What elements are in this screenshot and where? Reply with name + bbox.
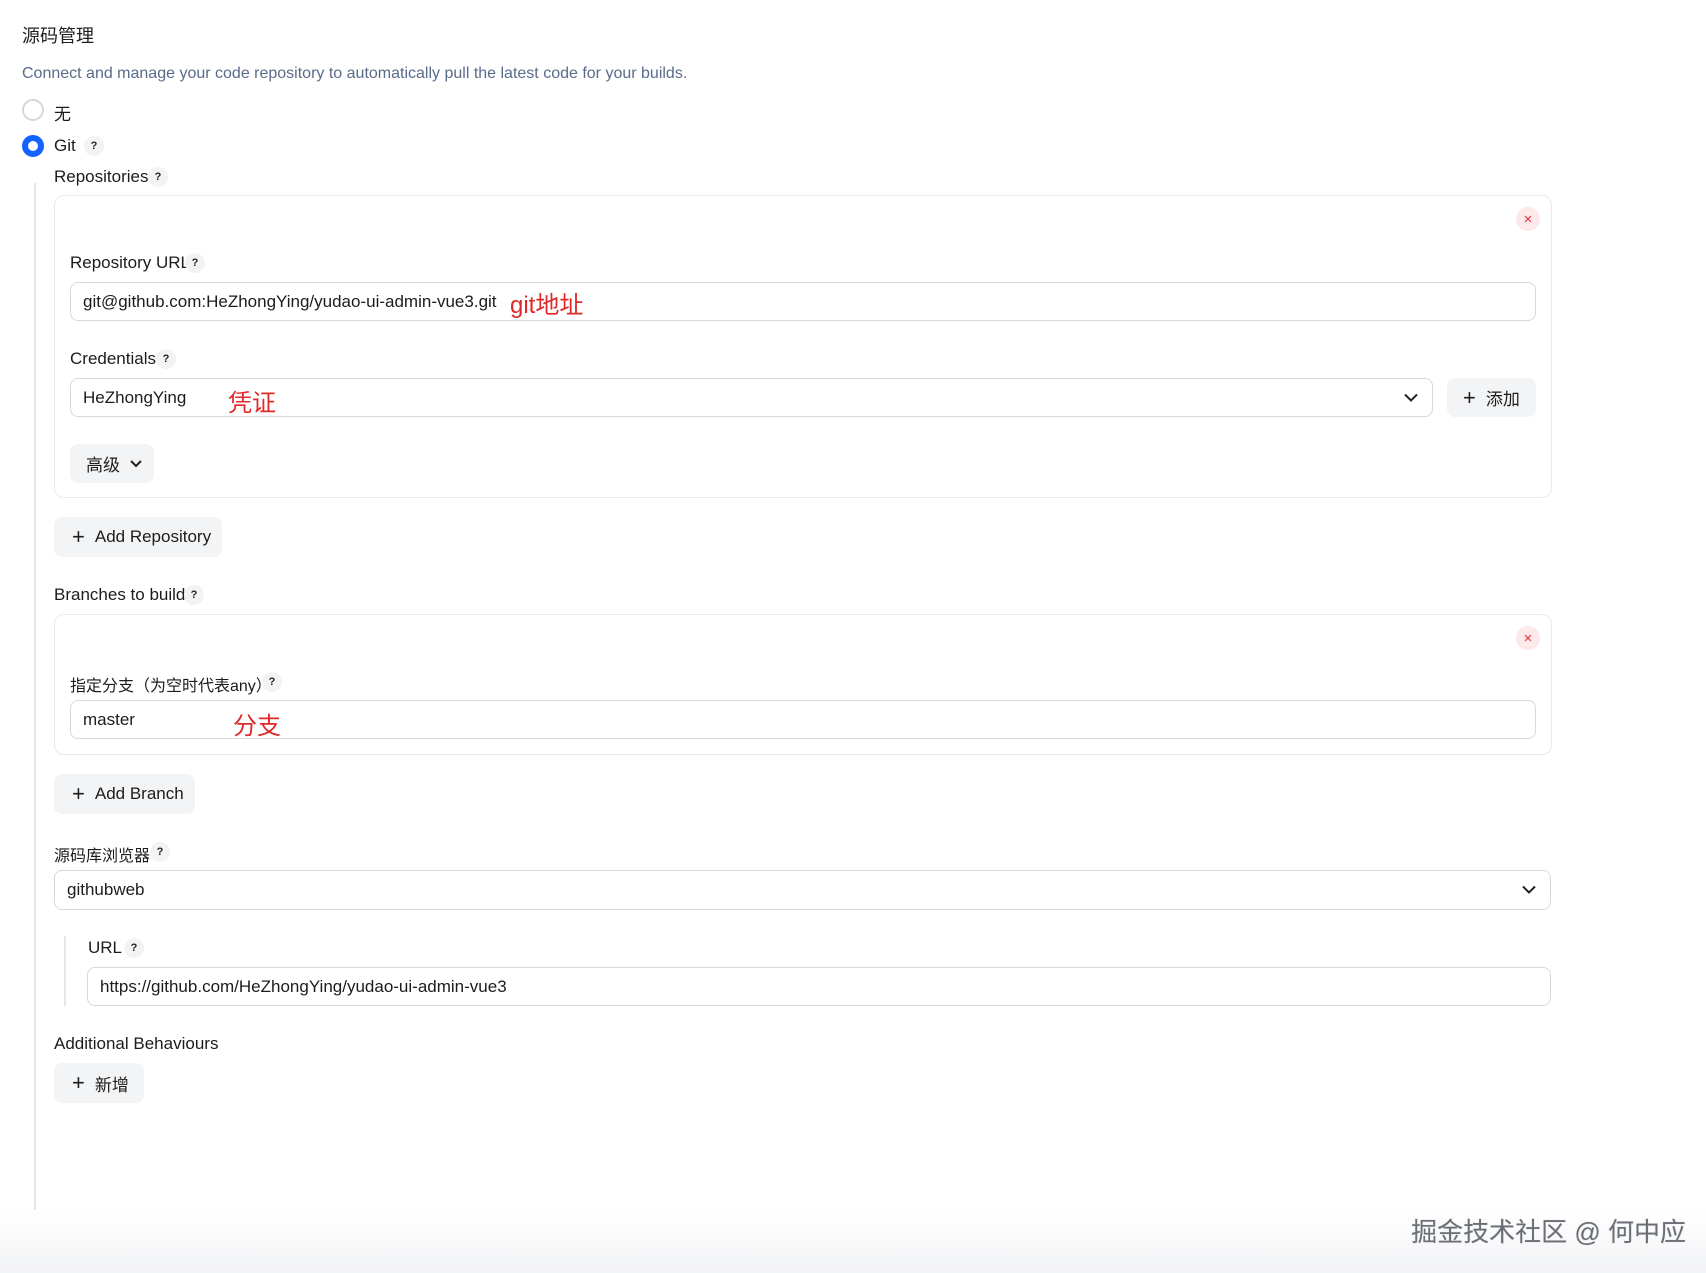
watermark: 掘金技术社区 @ 何中应 — [1411, 1217, 1686, 1247]
branches-help-icon[interactable]: ? — [184, 585, 204, 605]
credentials-value: HeZhongYing — [83, 387, 187, 407]
add-credentials-button[interactable]: + 添加 — [1447, 378, 1536, 417]
browser-url-input[interactable]: https://github.com/HeZhongYing/yudao-ui-… — [87, 967, 1551, 1006]
credentials-help-icon[interactable]: ? — [156, 349, 176, 369]
plus-icon: + — [72, 1070, 85, 1095]
section-title: 源码管理 — [22, 26, 94, 46]
credentials-annotation: 凭证 — [228, 390, 276, 417]
scm-none-label: 无 — [54, 105, 71, 124]
add-repository-button[interactable]: + Add Repository — [54, 517, 222, 557]
branch-annotation: 分支 — [233, 713, 281, 740]
branch-specifier-input[interactable]: master — [70, 700, 1536, 739]
plus-icon: + — [72, 524, 85, 549]
repository-url-annotation: git地址 — [510, 292, 584, 319]
remove-repository-close-icon[interactable]: × — [1516, 207, 1540, 231]
add-repository-label: Add Repository — [94, 527, 212, 546]
add-branch-label: Add Branch — [94, 784, 184, 803]
repository-browser-label: 源码库浏览器 — [54, 848, 151, 865]
advanced-button[interactable]: 高级 — [70, 444, 154, 483]
chevron-down-icon — [1522, 885, 1536, 894]
repository-url-label: Repository URL — [70, 253, 190, 272]
advanced-label: 高级 — [86, 456, 120, 475]
branch-spec-label: 指定分支（为空时代表any） — [70, 678, 272, 695]
add-branch-button[interactable]: + Add Branch — [54, 774, 195, 814]
scm-git-radio[interactable] — [22, 135, 44, 157]
scm-git-label: Git — [54, 136, 76, 155]
repository-browser-help-icon[interactable]: ? — [150, 842, 170, 862]
chevron-down-icon — [1404, 393, 1418, 402]
repository-url-input[interactable]: git@github.com:HeZhongYing/yudao-ui-admi… — [70, 282, 1536, 321]
browser-url-label: URL — [88, 938, 123, 957]
remove-branch-close-icon[interactable]: × — [1516, 626, 1540, 650]
branch-spec-help-icon[interactable]: ? — [262, 672, 282, 692]
plus-icon: + — [72, 781, 85, 806]
section-description: Connect and manage your code repository … — [22, 65, 688, 82]
git-help-icon[interactable]: ? — [84, 136, 104, 156]
branch-value: master — [83, 709, 135, 729]
add-behaviour-button[interactable]: + 新增 — [54, 1063, 144, 1103]
plus-icon: + — [1463, 384, 1476, 410]
browser-url-guide-line — [64, 936, 66, 1006]
git-section-guide-line — [34, 183, 36, 1233]
repositories-label: Repositories — [54, 167, 149, 186]
repository-browser-select[interactable]: githubweb — [54, 870, 1551, 910]
repository-browser-value: githubweb — [67, 880, 145, 899]
repositories-help-icon[interactable]: ? — [148, 167, 168, 187]
credentials-label: Credentials — [70, 349, 156, 368]
additional-behaviours-label: Additional Behaviours — [54, 1034, 219, 1053]
repository-url-help-icon[interactable]: ? — [185, 253, 205, 273]
repository-card — [54, 195, 1552, 498]
scm-none-radio[interactable] — [22, 99, 44, 121]
add-behaviour-label: 新增 — [94, 1075, 129, 1095]
browser-url-value: https://github.com/HeZhongYing/yudao-ui-… — [100, 976, 507, 996]
branches-label: Branches to build — [54, 585, 186, 604]
add-credentials-label: 添加 — [1485, 390, 1520, 409]
repository-url-value: git@github.com:HeZhongYing/yudao-ui-admi… — [83, 291, 497, 311]
chevron-down-icon — [130, 459, 142, 467]
browser-url-help-icon[interactable]: ? — [124, 938, 144, 958]
